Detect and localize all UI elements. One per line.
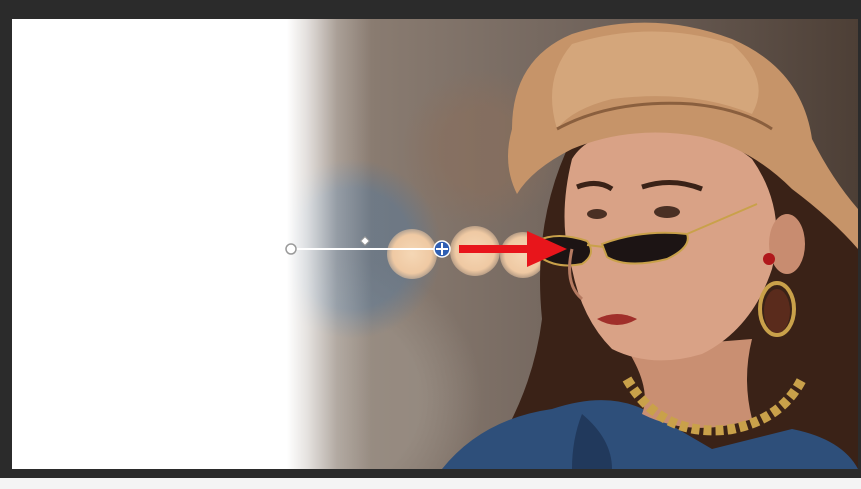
- move-crosshair-icon[interactable]: [433, 240, 451, 258]
- red-arrow-icon: [459, 231, 567, 267]
- diamond-midpoint-icon[interactable]: [360, 236, 370, 246]
- status-strip: [0, 478, 861, 489]
- app-frame: [0, 0, 861, 489]
- image-canvas[interactable]: [12, 19, 858, 469]
- gradient-tool-overlay: [285, 231, 567, 267]
- circle-handle-icon[interactable]: [285, 243, 297, 255]
